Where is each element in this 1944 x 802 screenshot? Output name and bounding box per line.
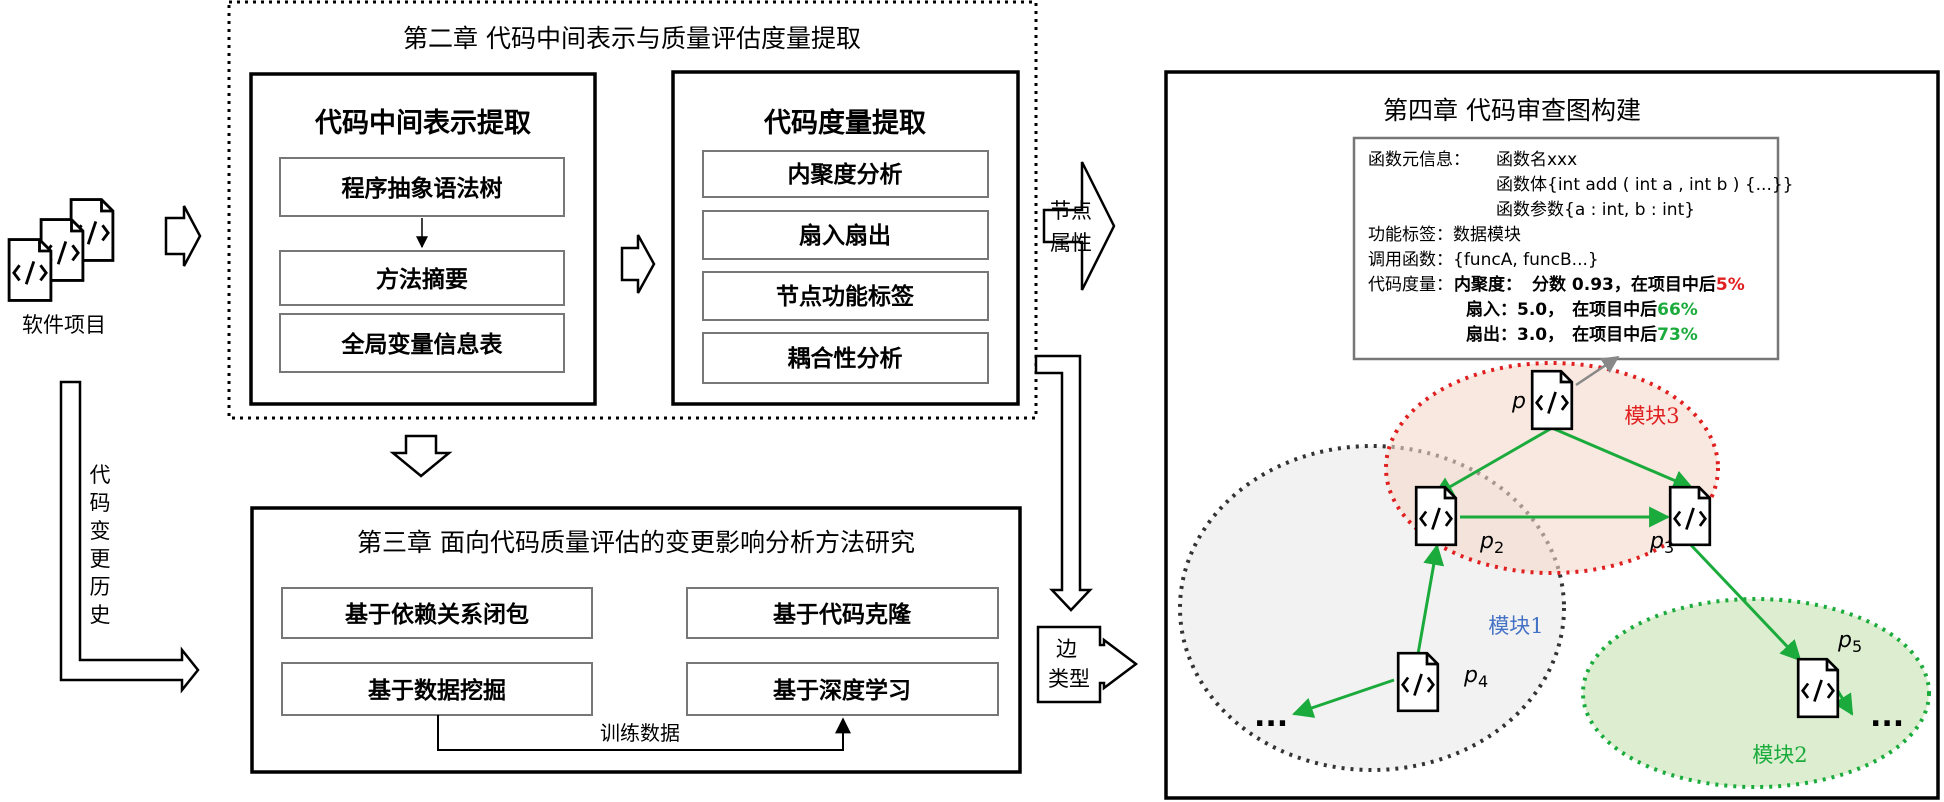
node-p2-label-p: p bbox=[1479, 529, 1494, 554]
node-func-label-text: 节点功能标签 bbox=[776, 283, 915, 310]
node-attr-arrow bbox=[1042, 161, 1116, 291]
cohesion-pct: 5% bbox=[1716, 275, 1745, 295]
global-var-table-label: 全局变量信息表 bbox=[341, 331, 504, 358]
fanin-pct: 66% bbox=[1657, 300, 1698, 320]
cohesion-score: 分数 0.93， bbox=[1532, 274, 1631, 295]
body-line: 函数体{int add ( int a , int b ) {...}} bbox=[1496, 175, 1793, 195]
chapter2-title: 第二章 代码中间表示与质量评估度量提取 bbox=[403, 24, 861, 53]
node-p4-icon bbox=[1396, 651, 1440, 713]
name-line: 函数名xxx bbox=[1496, 150, 1577, 170]
ir-extraction-title: 代码中间表示提取 bbox=[314, 108, 531, 139]
cohesion-rank: 在项目中后 bbox=[1631, 274, 1716, 295]
node-p2-icon bbox=[1414, 485, 1458, 547]
node-p5-label-p: p bbox=[1837, 628, 1852, 653]
change-history-label: 代码变更历史 bbox=[90, 463, 111, 627]
node-p1-label: p bbox=[1511, 389, 1526, 414]
hollow-arrow-software-to-ch2 bbox=[164, 205, 202, 267]
data-mining-label: 基于数据挖掘 bbox=[368, 677, 506, 704]
code-clone-label: 基于代码克隆 bbox=[773, 601, 912, 628]
fanout-line-label: 扇出： bbox=[1466, 324, 1517, 345]
ellipsis-right: ... bbox=[1870, 699, 1904, 734]
fanin-line-label: 扇入： bbox=[1466, 299, 1517, 320]
node-p5-icon bbox=[1796, 657, 1840, 719]
node-p4-label-p: p bbox=[1463, 663, 1478, 688]
change-history-arrow bbox=[59, 380, 200, 694]
ast-label: 程序抽象语法树 bbox=[342, 175, 503, 202]
fan-in-out-label: 扇入扇出 bbox=[799, 222, 891, 249]
hollow-arrow-ch2-to-ch3 bbox=[389, 434, 453, 478]
param-line: 函数参数{a : int, b : int} bbox=[1496, 200, 1695, 220]
coupling-label: 耦合性分析 bbox=[788, 345, 903, 372]
call-line: 调用函数：{funcA, funcB...} bbox=[1368, 250, 1599, 270]
fanin-rank: 在项目中后 bbox=[1572, 299, 1657, 320]
method-summary-label: 方法摘要 bbox=[376, 266, 468, 293]
meta-label: 函数元信息： bbox=[1368, 150, 1470, 170]
fanin-line: 扇入：5.0， 在项目中后66% bbox=[1466, 299, 1698, 320]
fanin-value: 5.0， bbox=[1517, 300, 1564, 320]
module2-label: 模块2 bbox=[1752, 743, 1807, 767]
dependency-closure-label: 基于依赖关系闭包 bbox=[345, 601, 529, 628]
module1-label: 模块1 bbox=[1488, 614, 1543, 638]
node-p3-label-p: p bbox=[1649, 529, 1664, 554]
fanout-rank: 在项目中后 bbox=[1572, 324, 1657, 345]
software-project-label: 软件项目 bbox=[22, 313, 106, 337]
cohesion-line: 内聚度： 分数 0.93，在项目中后5% bbox=[1454, 274, 1745, 295]
fanout-value: 3.0， bbox=[1517, 325, 1564, 345]
node-p2-label-sub: 2 bbox=[1494, 538, 1504, 557]
metrics-extraction-title: 代码度量提取 bbox=[763, 107, 926, 139]
ellipsis-left: ... bbox=[1254, 699, 1288, 734]
node-p3-icon bbox=[1668, 485, 1712, 547]
flow-diagram: 软件项目 代码变更历史 第二章 代码中间表示与质量评估度量提取 代码中间表示提取… bbox=[7, 0, 1940, 800]
metric-label: 代码度量： bbox=[1368, 275, 1453, 295]
node-p5-label-sub: 5 bbox=[1852, 637, 1862, 656]
function-info-box bbox=[1352, 136, 1780, 361]
node-p1-icon bbox=[1530, 369, 1574, 431]
fanout-line: 扇出：3.0， 在项目中后73% bbox=[1466, 324, 1698, 345]
deep-learning-label: 基于深度学习 bbox=[773, 677, 911, 704]
chapter4-title: 第四章 代码审查图构建 bbox=[1383, 96, 1641, 125]
node-p1-label-p: p bbox=[1511, 389, 1526, 414]
chapter3-title: 第三章 面向代码质量评估的变更影响分析方法研究 bbox=[357, 528, 915, 557]
cohesion-line-label: 内聚度： bbox=[1454, 274, 1522, 295]
cohesion-label: 内聚度分析 bbox=[788, 161, 903, 188]
func-label-line: 功能标签：数据模块 bbox=[1368, 225, 1521, 245]
ch2-to-edge-type-arrow bbox=[1034, 354, 1093, 612]
fanout-pct: 73% bbox=[1657, 325, 1698, 345]
software-project-icon bbox=[7, 198, 115, 302]
node-p3-label-sub: 3 bbox=[1664, 538, 1674, 557]
node-p4-label-sub: 4 bbox=[1478, 672, 1488, 691]
module3-label: 模块3 bbox=[1624, 404, 1679, 428]
training-data-label: 训练数据 bbox=[600, 721, 680, 745]
